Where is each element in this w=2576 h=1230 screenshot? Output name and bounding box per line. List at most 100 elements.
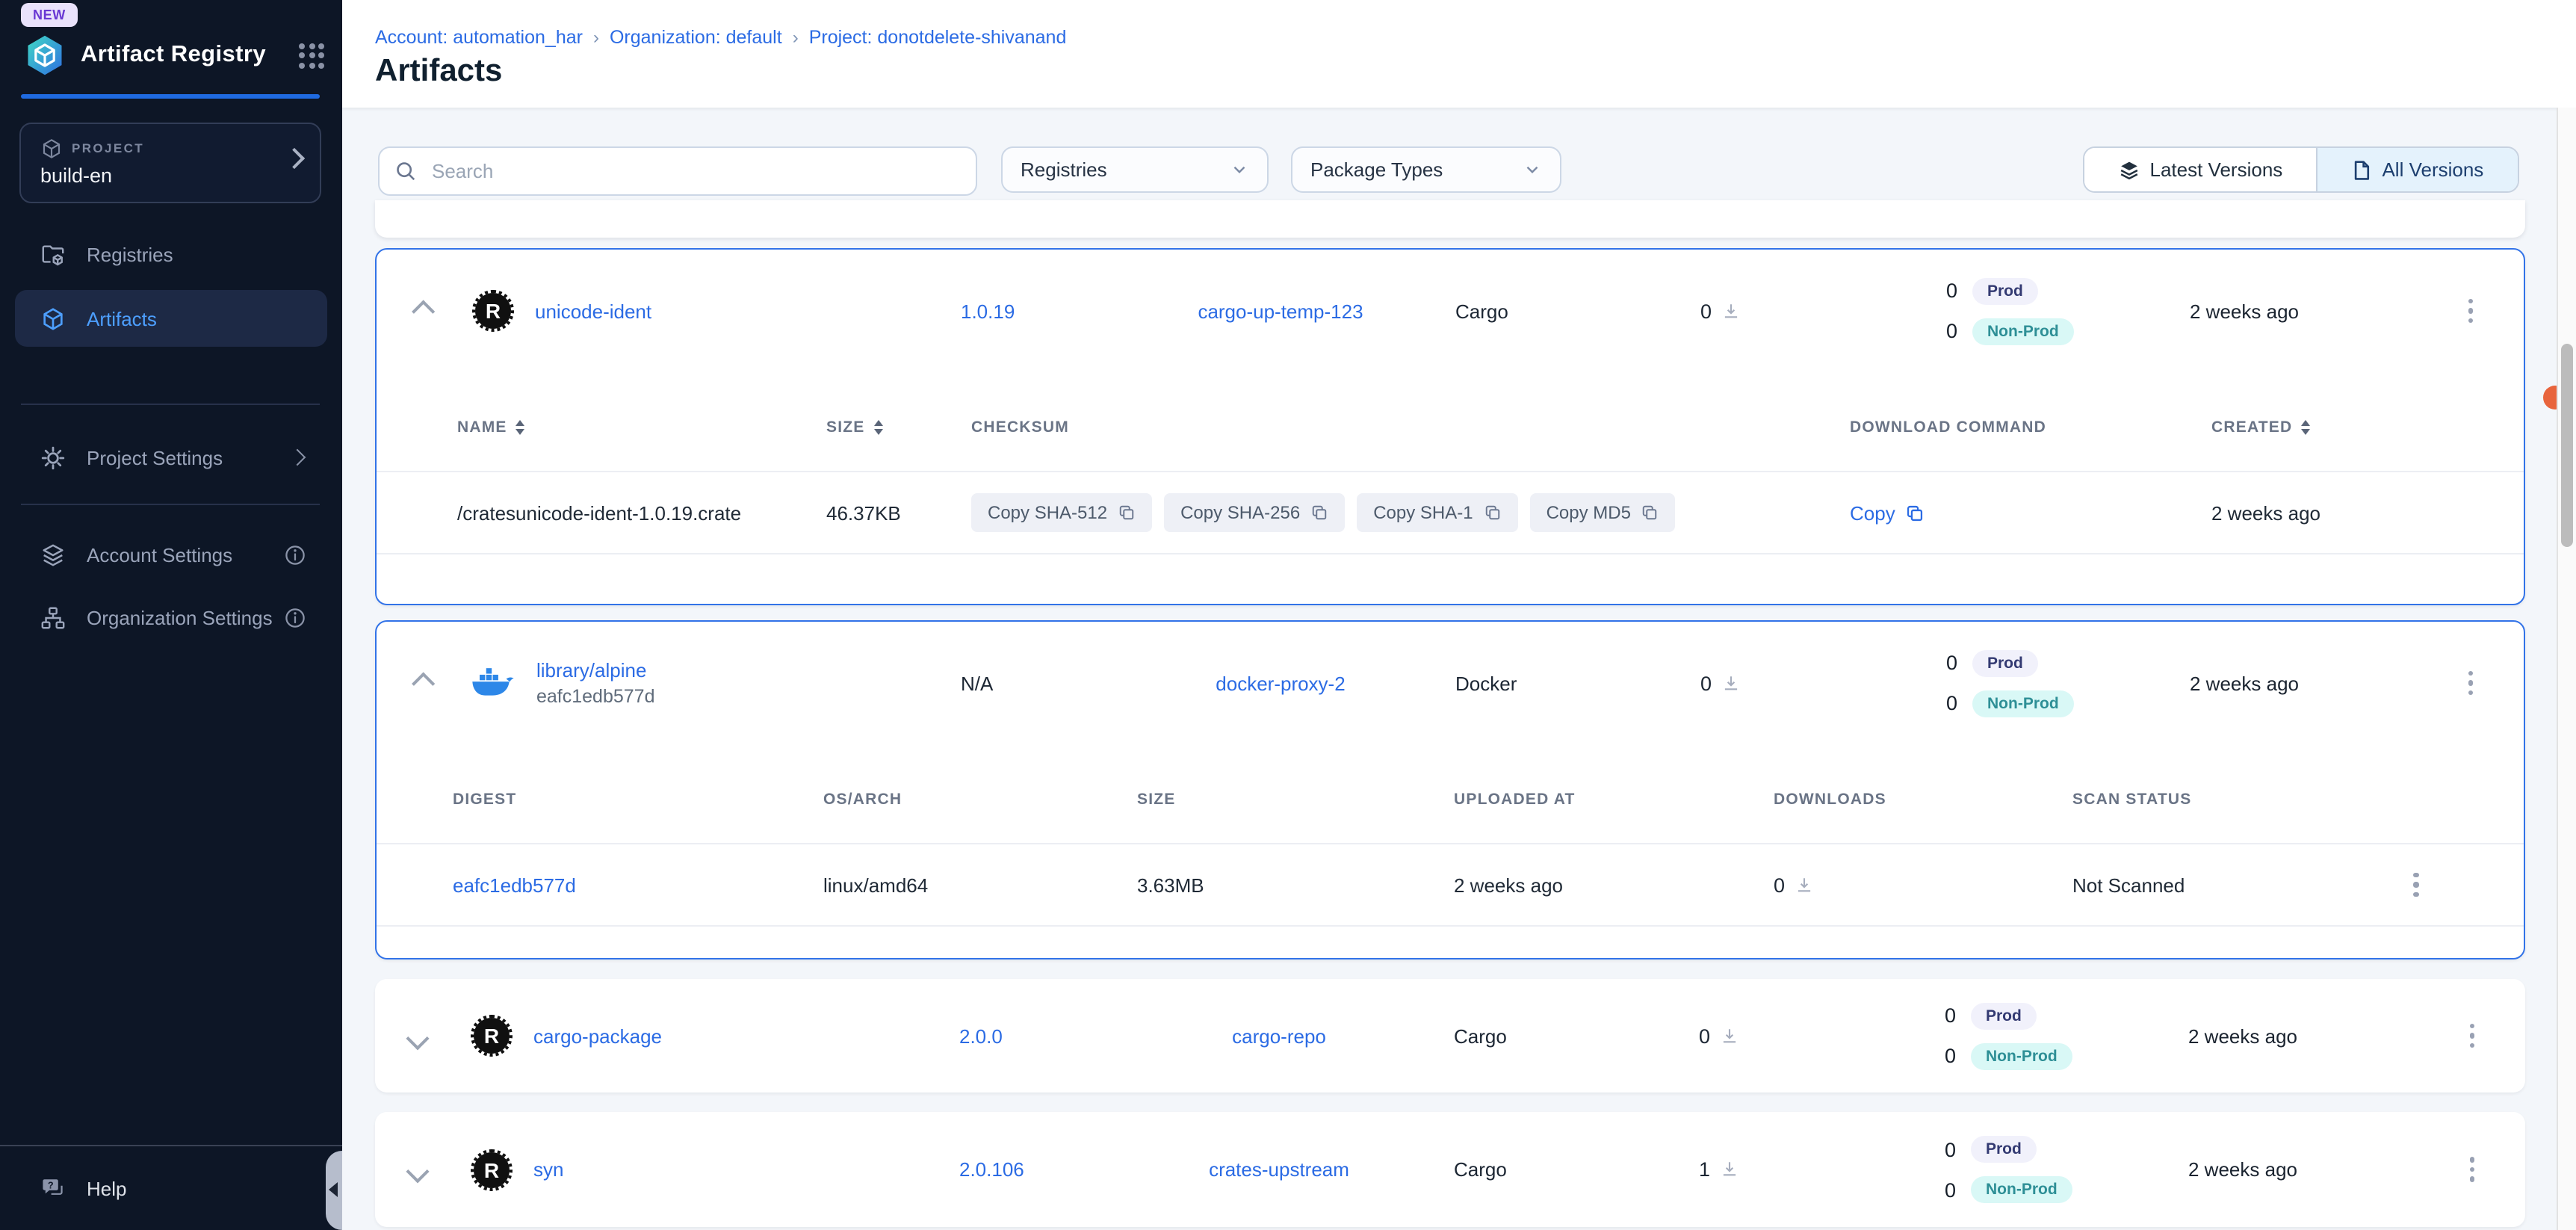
file-size: 46.37KB bbox=[826, 501, 971, 524]
nonprod-badge: Non-Prod bbox=[1972, 690, 2074, 717]
artifact-registry-link[interactable]: cargo-repo bbox=[1232, 1025, 1326, 1047]
kebab-menu-button[interactable] bbox=[2463, 1018, 2480, 1054]
sidebar-item-help[interactable]: ? Help bbox=[15, 1160, 327, 1217]
artifact-registry-link[interactable]: docker-proxy-2 bbox=[1216, 672, 1345, 694]
new-badge: NEW bbox=[21, 3, 78, 27]
kebab-menu-button[interactable] bbox=[2407, 867, 2424, 903]
search-box bbox=[378, 146, 977, 196]
latest-versions-button[interactable]: Latest Versions bbox=[2084, 148, 2317, 191]
artifact-row: library/alpine eafc1edb577d N/A docker-p… bbox=[377, 622, 2524, 744]
artifact-registry-link[interactable]: crates-upstream bbox=[1209, 1158, 1349, 1181]
chevron-up-icon bbox=[411, 671, 434, 694]
column-header: NAME bbox=[457, 418, 507, 436]
breadcrumb-org-link[interactable]: Organization: default bbox=[610, 27, 782, 48]
column-header: DOWNLOADS bbox=[1774, 791, 2072, 809]
kebab-menu-button[interactable] bbox=[2462, 293, 2479, 330]
sidebar-collapse-handle[interactable] bbox=[326, 1151, 342, 1230]
sidebar-item-account-settings[interactable]: Account Settings bbox=[15, 526, 327, 583]
scan-status: Not Scanned bbox=[2072, 874, 2407, 896]
artifact-name-link[interactable]: unicode-ident bbox=[535, 300, 651, 322]
page-title: Artifacts bbox=[375, 54, 502, 90]
sort-icon[interactable] bbox=[874, 420, 883, 435]
sidebar-item-label: Help bbox=[87, 1177, 127, 1199]
updated-at: 2 weeks ago bbox=[2093, 1025, 2392, 1047]
svg-text:?: ? bbox=[48, 1178, 54, 1190]
artifacts-cube-icon bbox=[40, 306, 66, 331]
kebab-menu-button[interactable] bbox=[2463, 1152, 2480, 1188]
app-window: NEW Artifact Registry PROJECT b bbox=[0, 0, 2576, 1230]
artifact-version-link[interactable]: 2.0.106 bbox=[959, 1158, 1024, 1181]
sidebar-item-registries[interactable]: Registries bbox=[15, 226, 327, 282]
uploaded-at: 2 weeks ago bbox=[1454, 874, 1774, 896]
expand-row-button[interactable] bbox=[375, 1160, 459, 1179]
vertical-scrollbar[interactable] bbox=[2557, 108, 2576, 1230]
project-selector[interactable]: PROJECT build-en bbox=[19, 123, 321, 203]
prod-badge: Prod bbox=[1972, 277, 2038, 304]
files-subtable: NAME SIZE CHECKSUM DOWNLOAD COMMAND CREA… bbox=[377, 372, 2524, 604]
chevron-down-icon bbox=[1230, 160, 1249, 179]
sidebar-item-project-settings[interactable]: Project Settings bbox=[15, 429, 327, 486]
artifact-name-link[interactable]: library/alpine bbox=[536, 659, 655, 682]
sort-icon[interactable] bbox=[516, 420, 525, 435]
info-icon bbox=[284, 543, 306, 566]
cube-icon bbox=[40, 137, 63, 160]
sidebar-item-label: Account Settings bbox=[87, 543, 232, 566]
registries-dropdown[interactable]: Registries bbox=[1001, 146, 1269, 193]
column-header: DOWNLOAD COMMAND bbox=[1850, 418, 2211, 436]
digest-link[interactable]: eafc1edb577d bbox=[453, 874, 823, 896]
sidebar-bottom-divider bbox=[0, 1145, 342, 1146]
layers-stack-icon bbox=[40, 542, 66, 567]
rust-icon: R bbox=[471, 1149, 513, 1190]
prod-badge: Prod bbox=[1972, 649, 2038, 676]
all-versions-button[interactable]: All Versions bbox=[2317, 148, 2518, 191]
digest-subtable: DIGEST OS/ARCH SIZE UPLOADED AT DOWNLOAD… bbox=[377, 744, 2524, 958]
copy-sha1-button[interactable]: Copy SHA-1 bbox=[1357, 493, 1517, 532]
scrollbar-thumb[interactable] bbox=[2561, 344, 2573, 547]
artifact-version-link[interactable]: 1.0.19 bbox=[961, 300, 1015, 322]
artifact-name-link[interactable]: syn bbox=[533, 1158, 563, 1181]
breadcrumb-project-link[interactable]: Project: donotdelete-shivanand bbox=[809, 27, 1067, 48]
sidebar-item-organization-settings[interactable]: Organization Settings bbox=[15, 589, 327, 646]
package-type: Cargo bbox=[1436, 1158, 1645, 1181]
copy-sha256-button[interactable]: Copy SHA-256 bbox=[1164, 493, 1345, 532]
gear-icon bbox=[40, 445, 66, 470]
breadcrumb-account-link[interactable]: Account: automation_har bbox=[375, 27, 583, 48]
expand-row-button[interactable] bbox=[375, 1026, 459, 1045]
copy-sha512-button[interactable]: Copy SHA-512 bbox=[971, 493, 1152, 532]
search-icon bbox=[394, 160, 417, 182]
artifact-row: R cargo-package 2.0.0 cargo-repo Cargo 0 bbox=[375, 979, 2525, 1093]
package-types-dropdown[interactable]: Package Types bbox=[1291, 146, 1561, 193]
app-title: Artifact Registry bbox=[81, 42, 266, 69]
artifact-version-link[interactable]: 2.0.0 bbox=[959, 1025, 1003, 1047]
copy-icon bbox=[1118, 504, 1136, 522]
copy-download-command-link[interactable]: Copy bbox=[1850, 501, 2211, 524]
download-icon bbox=[1721, 301, 1740, 321]
artifact-digest-subtitle: eafc1edb577d bbox=[536, 686, 655, 707]
package-type: Cargo bbox=[1437, 300, 1647, 322]
copy-button-label: Copy SHA-256 bbox=[1180, 502, 1300, 523]
artifact-name-link[interactable]: cargo-package bbox=[533, 1025, 662, 1047]
download-count: 0 bbox=[1700, 672, 1712, 694]
sidebar-item-artifacts[interactable]: Artifacts bbox=[15, 290, 327, 347]
kebab-menu-button[interactable] bbox=[2462, 665, 2479, 702]
package-types-dropdown-label: Package Types bbox=[1310, 158, 1443, 181]
file-created: 2 weeks ago bbox=[2211, 501, 2479, 524]
copy-icon bbox=[1906, 503, 1925, 522]
search-input[interactable] bbox=[429, 158, 928, 184]
collapse-row-button[interactable] bbox=[377, 673, 460, 693]
docker-icon bbox=[471, 665, 515, 701]
sort-icon[interactable] bbox=[2301, 420, 2310, 435]
copy-md5-button[interactable]: Copy MD5 bbox=[1530, 493, 1676, 532]
copy-button-label: Copy SHA-1 bbox=[1373, 502, 1473, 523]
breadcrumb: Account: automation_har › Organization: … bbox=[375, 27, 1066, 48]
digest-download-count: 0 bbox=[1774, 874, 1785, 896]
collapse-row-button[interactable] bbox=[377, 301, 460, 321]
sidebar-item-label: Artifacts bbox=[87, 307, 157, 330]
artifact-registry-link[interactable]: cargo-up-temp-123 bbox=[1198, 300, 1363, 322]
partial-card bbox=[375, 200, 2525, 238]
column-header: UPLOADED AT bbox=[1454, 791, 1774, 809]
artifact-card: library/alpine eafc1edb577d N/A docker-p… bbox=[375, 620, 2525, 959]
module-grid-icon[interactable] bbox=[299, 43, 324, 68]
page-header: Account: automation_har › Organization: … bbox=[342, 0, 2576, 108]
column-header: SCAN STATUS bbox=[2072, 791, 2407, 809]
